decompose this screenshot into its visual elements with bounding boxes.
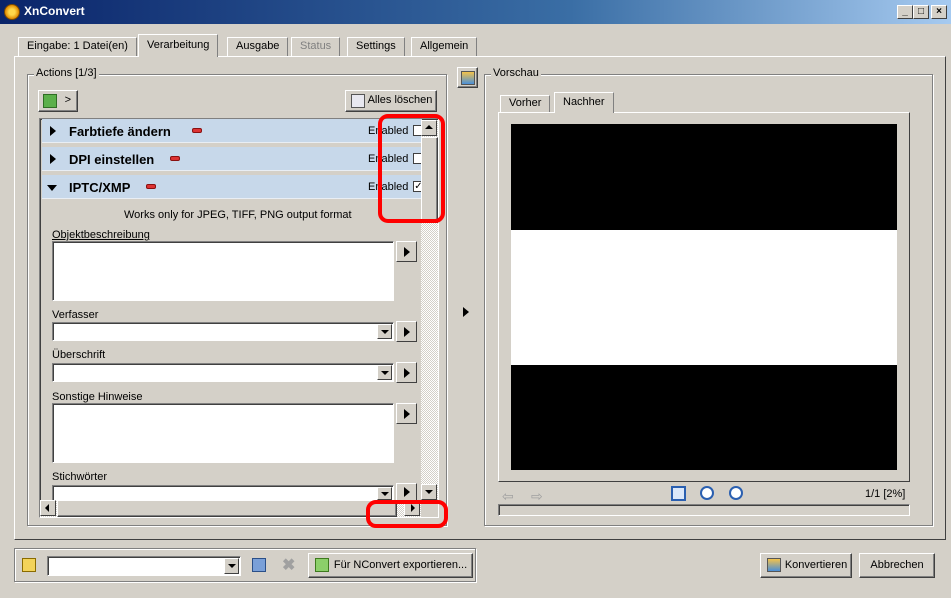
clear-all-label: Alles löschen xyxy=(367,94,433,106)
fit-to-window-icon[interactable] xyxy=(671,486,686,501)
convert-label: Konvertieren xyxy=(784,559,848,571)
xnconvert-logo-icon xyxy=(4,4,20,20)
close-button[interactable]: × xyxy=(931,5,947,19)
objektbeschreibung-menu-button[interactable] xyxy=(396,241,417,262)
tab-ausgabe[interactable]: Ausgabe xyxy=(227,37,289,56)
annotation-highlight-checkboxes xyxy=(378,114,445,223)
stichwoerter-label: Stichwörter xyxy=(52,471,108,483)
title-bar: XnConvert _ □ × xyxy=(0,0,951,24)
arrow-down-icon xyxy=(425,490,433,494)
annotation-highlight-scrollbar xyxy=(366,500,448,528)
action-row-dpi[interactable]: DPI einstellen Enabled xyxy=(42,147,424,171)
remove-icon[interactable] xyxy=(170,156,180,161)
previous-image-icon[interactable]: ⇦ xyxy=(502,488,514,505)
expand-icon[interactable] xyxy=(50,126,56,136)
tab-eingabe[interactable]: Eingabe: 1 Datei(en) xyxy=(18,37,137,56)
export-nconvert-label: Für NConvert exportieren... xyxy=(333,559,468,571)
add-action-button[interactable]: > xyxy=(38,90,78,112)
page-info: 1/1 [2%] xyxy=(865,488,906,500)
stichwoerter-menu-button[interactable] xyxy=(396,483,417,501)
next-image-icon[interactable]: ⇨ xyxy=(531,488,543,505)
preview-image xyxy=(511,124,897,470)
preview-toggle-button[interactable] xyxy=(457,67,478,88)
image-icon xyxy=(461,71,475,85)
cancel-button[interactable]: Abbrechen xyxy=(859,553,935,578)
maximize-button[interactable]: □ xyxy=(913,5,929,19)
expand-icon[interactable] xyxy=(50,154,56,164)
tab-nachher[interactable]: Nachher xyxy=(554,92,614,113)
horizontal-scroll-thumb[interactable] xyxy=(57,500,397,517)
remove-icon[interactable] xyxy=(146,184,156,189)
export-nconvert-button[interactable]: Für NConvert exportieren... xyxy=(308,553,473,578)
collapse-icon[interactable] xyxy=(47,185,57,191)
tab-status: Status xyxy=(291,37,341,56)
zoom-out-icon[interactable] xyxy=(700,486,714,500)
preview-progress-bar xyxy=(498,504,910,516)
sonstige-hinweise-label: Sonstige Hinweise xyxy=(52,391,143,403)
ueberschrift-combo[interactable] xyxy=(52,363,394,382)
arrow-left-icon xyxy=(45,504,49,512)
chevron-down-icon xyxy=(381,330,389,334)
stichwoerter-combo[interactable] xyxy=(52,485,394,501)
ueberschrift-label: Überschrift xyxy=(52,349,106,361)
objektbeschreibung-textarea[interactable] xyxy=(52,241,394,301)
convert-icon xyxy=(767,558,781,572)
scroll-down-button[interactable] xyxy=(421,484,437,500)
action-label: IPTC/XMP xyxy=(69,180,131,195)
tab-verarbeitung[interactable]: Verarbeitung xyxy=(138,34,219,57)
dropdown-button[interactable] xyxy=(377,365,392,380)
clear-all-button[interactable]: Alles löschen xyxy=(345,90,437,112)
preview-group-label: Vorschau xyxy=(491,67,541,79)
clear-all-icon xyxy=(351,94,365,108)
format-note: Works only for JPEG, TIFF, PNG output fo… xyxy=(124,209,352,221)
arrow-right-icon xyxy=(404,368,410,378)
collapse-panel-arrow-icon[interactable] xyxy=(463,307,469,317)
preview-image-white-band xyxy=(511,230,897,365)
window-title: XnConvert xyxy=(24,4,85,18)
arrow-right-icon xyxy=(404,487,410,497)
ueberschrift-menu-button[interactable] xyxy=(396,362,417,383)
arrow-right-icon xyxy=(404,409,410,419)
minimize-button[interactable]: _ xyxy=(897,5,913,19)
tab-settings[interactable]: Settings xyxy=(347,37,405,56)
remove-icon[interactable] xyxy=(192,128,202,133)
tab-vorher[interactable]: Vorher xyxy=(500,95,551,112)
chevron-down-icon xyxy=(381,371,389,375)
sonstige-hinweise-menu-button[interactable] xyxy=(396,403,417,424)
scroll-left-button[interactable] xyxy=(40,500,56,516)
preset-combo[interactable] xyxy=(47,556,241,576)
dropdown-button[interactable] xyxy=(377,487,392,500)
delete-icon[interactable]: ✖ xyxy=(282,555,295,575)
dropdown-button[interactable] xyxy=(224,558,239,574)
actions-group-label: Actions [1/3] xyxy=(34,67,99,79)
sonstige-hinweise-textarea[interactable] xyxy=(52,403,394,463)
verfasser-label: Verfasser xyxy=(52,309,99,321)
arrow-right-icon xyxy=(404,327,410,337)
action-row-farbtiefe[interactable]: Farbtiefe ändern Enabled xyxy=(42,119,424,143)
tab-allgemein[interactable]: Allgemein xyxy=(411,37,478,56)
add-action-label: > xyxy=(64,94,71,106)
action-label: DPI einstellen xyxy=(69,152,155,167)
objektbeschreibung-label: Objektbeschreibung xyxy=(52,229,150,241)
chevron-down-icon xyxy=(381,492,389,496)
add-action-icon xyxy=(43,94,57,108)
arrow-right-icon xyxy=(404,247,410,257)
action-label: Farbtiefe ändern xyxy=(69,124,171,139)
verfasser-combo[interactable] xyxy=(52,322,394,341)
save-icon[interactable] xyxy=(252,558,266,572)
zoom-in-icon[interactable] xyxy=(729,486,743,500)
verfasser-menu-button[interactable] xyxy=(396,321,417,342)
action-row-iptc[interactable]: IPTC/XMP Enabled ✓ xyxy=(42,175,424,199)
chevron-down-icon xyxy=(228,564,236,568)
convert-button[interactable]: Konvertieren xyxy=(760,553,852,578)
dropdown-button[interactable] xyxy=(377,324,392,339)
open-folder-icon[interactable] xyxy=(22,558,36,572)
export-icon xyxy=(315,558,329,572)
